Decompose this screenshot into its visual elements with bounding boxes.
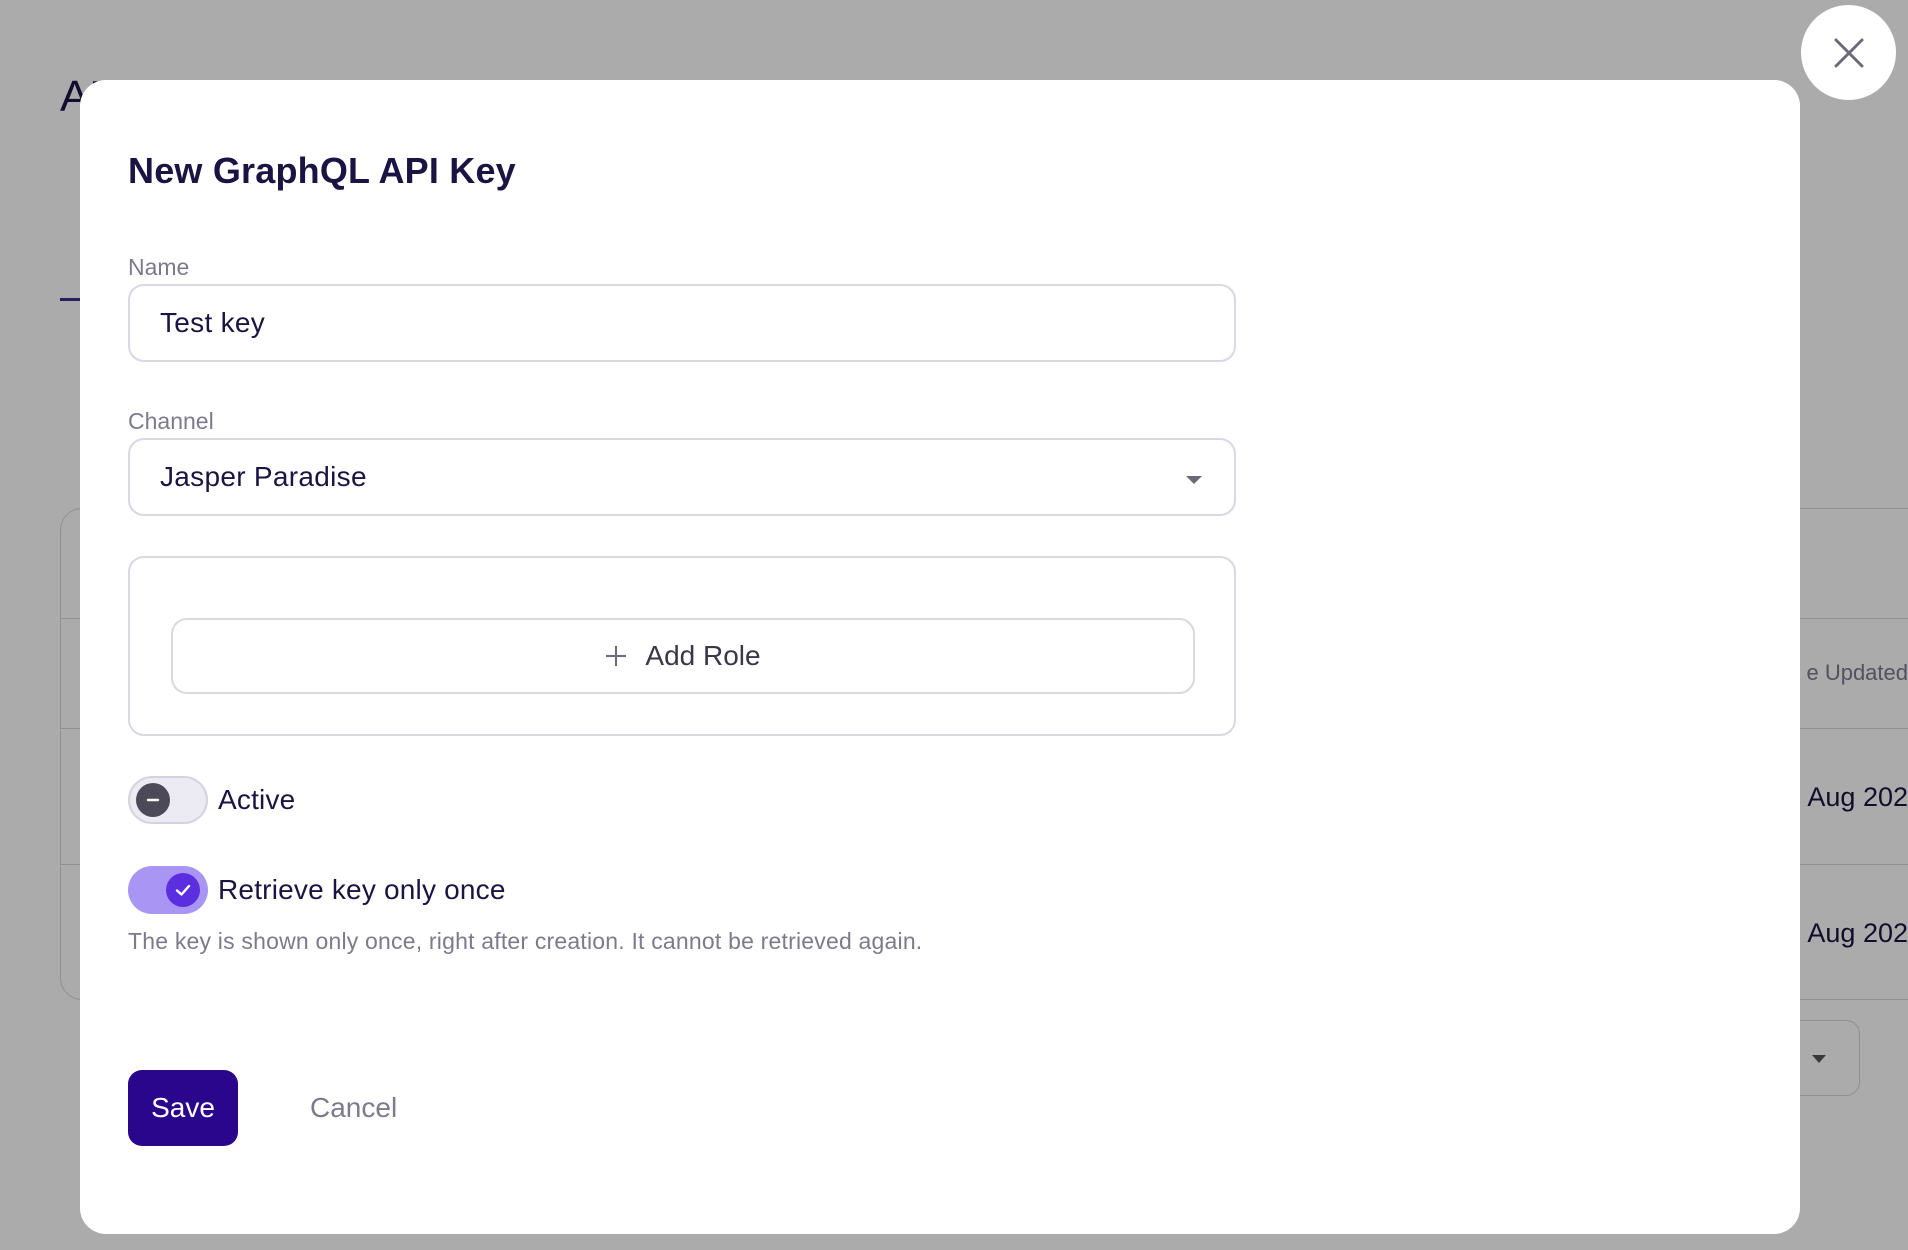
retrieve-once-toggle-row: Retrieve key only once <box>128 866 506 914</box>
add-role-button[interactable]: Add Role <box>171 618 1195 694</box>
dialog-title: New GraphQL API Key <box>128 150 516 191</box>
retrieve-once-helper-text: The key is shown only once, right after … <box>128 928 923 954</box>
plus-icon <box>606 646 627 666</box>
close-icon <box>1834 38 1863 67</box>
retrieve-once-toggle-label: Retrieve key only once <box>218 874 506 905</box>
close-button[interactable] <box>1801 5 1896 100</box>
chevron-down-icon <box>1186 476 1202 484</box>
roles-panel: Add Role <box>128 556 1236 736</box>
check-icon <box>175 884 191 896</box>
channel-field-label: Channel <box>128 408 214 434</box>
active-toggle-row: Active <box>128 776 295 824</box>
channel-select[interactable]: Jasper Paradise <box>128 438 1236 516</box>
name-input[interactable] <box>128 284 1236 362</box>
name-field-label: Name <box>128 254 190 280</box>
add-role-label: Add Role <box>645 640 761 671</box>
active-toggle-label: Active <box>218 784 296 815</box>
retrieve-once-toggle[interactable] <box>128 866 208 914</box>
channel-select-value: Jasper Paradise <box>160 461 367 492</box>
save-button[interactable]: Save <box>128 1070 238 1146</box>
toggle-knob <box>166 873 200 907</box>
active-toggle[interactable] <box>128 776 208 824</box>
toggle-knob <box>136 783 170 817</box>
cancel-button[interactable]: Cancel <box>280 1070 427 1146</box>
new-api-key-dialog: New GraphQL API Key Name Channel Jasper … <box>80 80 1800 1234</box>
minus-icon <box>146 798 160 802</box>
